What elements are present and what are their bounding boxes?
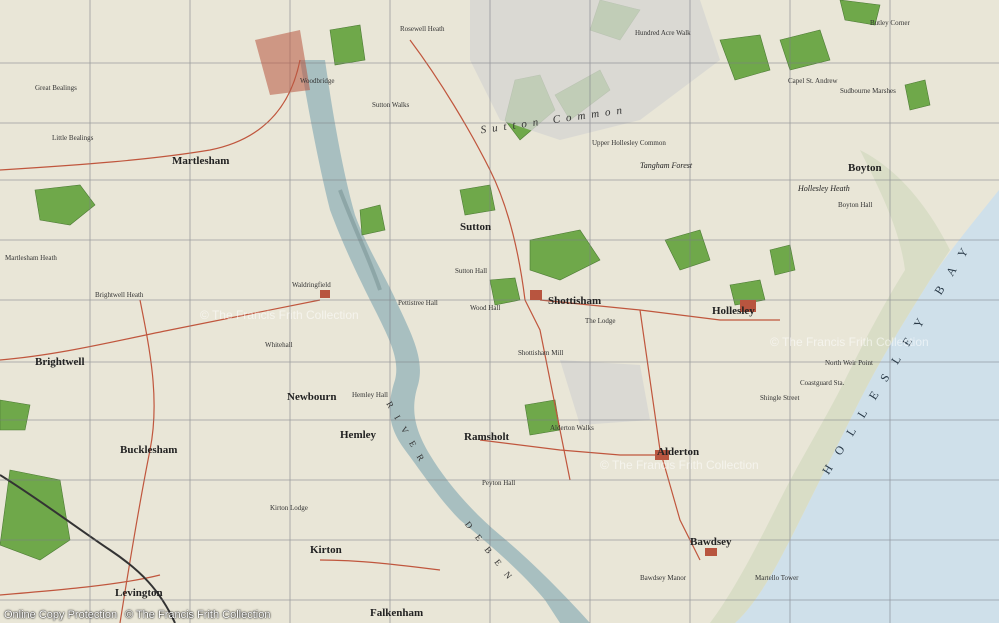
place-label: Sutton Hall xyxy=(455,267,488,275)
place-label: Whitehall xyxy=(265,341,293,349)
place-label: Sudbourne Marshes xyxy=(840,87,896,95)
place-label: Peyton Hall xyxy=(482,479,516,487)
place-label: Hemley Hall xyxy=(352,391,388,399)
place-label: Brightwell Heath xyxy=(95,291,144,299)
map-viewport[interactable]: Woodbridge Martlesham Sutton Shottisham … xyxy=(0,0,999,623)
footer-copy-protection: Online Copy Protection xyxy=(4,609,118,621)
watermark: © The Francis Frith Collection xyxy=(770,335,929,349)
place-label: Boyton Hall xyxy=(838,201,873,209)
place-label: Rosewell Heath xyxy=(400,25,445,33)
town-label: Boyton xyxy=(848,162,882,174)
town-label: Martlesham xyxy=(172,155,230,167)
town-label: Brightwell xyxy=(35,356,85,368)
town-label: Little Bealings xyxy=(52,134,94,142)
town-label: Shottisham xyxy=(548,295,602,307)
place-label: Upper Hollesley Common xyxy=(592,139,666,147)
town-label: Woodbridge xyxy=(300,77,335,85)
town-label: Bawdsey xyxy=(690,536,732,548)
watermark: © The Francis Frith Collection xyxy=(200,308,359,322)
place-label: North Weir Point xyxy=(825,359,873,367)
place-label: Coastguard Sta. xyxy=(800,379,845,387)
footer-copyright: © The Francis Frith Collection xyxy=(125,609,271,621)
river-deben xyxy=(300,60,590,623)
town-label: Hemley xyxy=(340,429,377,441)
place-label: Kirton Lodge xyxy=(270,504,308,512)
place-label: Pettistree Hall xyxy=(398,299,438,307)
area-label: Hollesley Heath xyxy=(798,184,850,193)
place-label: Martello Tower xyxy=(755,574,799,582)
town-label: Kirton xyxy=(310,544,342,556)
place-label: Wood Hall xyxy=(470,304,501,312)
place-label: Bawdsey Manor xyxy=(640,574,687,582)
place-label: Butley Corner xyxy=(870,19,910,27)
town-label: Ramsholt xyxy=(464,431,510,443)
watermark: © The Francis Frith Collection xyxy=(600,458,759,472)
place-label: The Lodge xyxy=(585,317,616,325)
place-label: Sutton Walks xyxy=(372,101,410,109)
place-label: Hundred Acre Walk xyxy=(635,29,691,37)
town-label: Hollesley xyxy=(712,305,755,317)
town-label: Bucklesham xyxy=(120,444,178,456)
town-label: Waldringfield xyxy=(292,281,331,289)
town-label: Great Bealings xyxy=(35,84,77,92)
place-label: Shingle Street xyxy=(760,394,800,402)
place-label: Martlesham Heath xyxy=(5,254,57,262)
place-label: Alderton Walks xyxy=(550,424,594,432)
town-label: Capel St. Andrew xyxy=(788,77,838,85)
place-label: Shottisham Mill xyxy=(518,349,564,357)
town-label: Falkenham xyxy=(370,607,424,619)
area-label: Tangham Forest xyxy=(640,161,693,170)
town-label: Sutton xyxy=(460,221,492,233)
town-label: Levington xyxy=(115,587,163,599)
town-label: Newbourn xyxy=(287,391,337,403)
town-label: Alderton xyxy=(657,446,700,458)
